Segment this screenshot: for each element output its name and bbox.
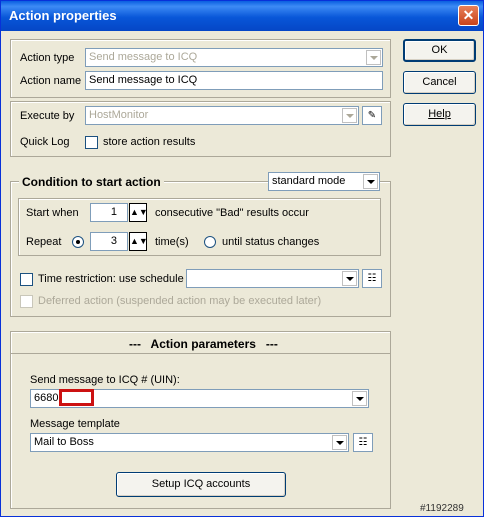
window-title: Action properties bbox=[9, 8, 117, 23]
start-when-label: Start when bbox=[26, 207, 79, 219]
close-icon[interactable]: ✕ bbox=[458, 5, 479, 26]
deferred-label: Deferred action (suspended action may be… bbox=[38, 295, 322, 307]
execute-by-label: Execute by bbox=[20, 110, 75, 122]
store-results-checkbox[interactable] bbox=[85, 136, 98, 149]
start-when-value: 1 bbox=[110, 206, 117, 218]
action-type-select[interactable]: Send message to ICQ bbox=[85, 48, 383, 67]
template-select[interactable]: Mail to Boss bbox=[30, 433, 349, 452]
time-restriction-checkbox[interactable] bbox=[20, 273, 33, 286]
uin-value: 6680 bbox=[34, 392, 59, 404]
spin-updown-icon[interactable]: ▲▼ bbox=[129, 232, 148, 251]
until-label: until status changes bbox=[222, 236, 320, 248]
chevron-down-icon[interactable] bbox=[332, 435, 347, 450]
mode-value: standard mode bbox=[272, 175, 346, 187]
pen-eraser-icon[interactable]: ✎ bbox=[362, 106, 382, 125]
deferred-checkbox[interactable] bbox=[20, 295, 33, 308]
redaction-box bbox=[59, 389, 94, 406]
action-type-label: Action type bbox=[20, 52, 75, 64]
title-bar[interactable]: Action properties ✕ bbox=[1, 1, 483, 31]
action-name-value: Send message to ICQ bbox=[89, 74, 198, 86]
action-type-value: Send message to ICQ bbox=[89, 51, 198, 63]
schedule-select[interactable] bbox=[186, 269, 359, 288]
execute-by-value: HostMonitor bbox=[89, 109, 149, 121]
quick-log-label: Quick Log bbox=[20, 136, 70, 148]
uin-label: Send message to ICQ # (UIN): bbox=[30, 374, 180, 386]
cancel-button[interactable]: Cancel bbox=[403, 71, 476, 94]
params-divider bbox=[11, 353, 390, 354]
help-button[interactable]: Help bbox=[403, 103, 476, 126]
spin-updown-icon[interactable]: ▲▼ bbox=[129, 203, 148, 222]
template-list-icon[interactable]: ☷ bbox=[353, 433, 373, 452]
setup-icq-button[interactable]: Setup ICQ accounts bbox=[116, 472, 286, 497]
mode-select[interactable]: standard mode bbox=[268, 172, 380, 191]
schedule-list-icon[interactable]: ☷ bbox=[362, 269, 382, 288]
action-name-label: Action name bbox=[20, 75, 82, 87]
chevron-down-icon[interactable] bbox=[363, 174, 378, 189]
params-title: --- Action parameters --- bbox=[129, 337, 278, 351]
action-name-field[interactable]: Send message to ICQ bbox=[85, 71, 383, 90]
repeat-field[interactable]: 3 bbox=[90, 232, 128, 251]
chevron-down-icon[interactable] bbox=[366, 50, 381, 65]
until-status-radio[interactable] bbox=[204, 236, 216, 248]
repeat-times-radio[interactable] bbox=[72, 236, 84, 248]
chevron-down-icon[interactable] bbox=[342, 108, 357, 123]
store-results-label: store action results bbox=[103, 136, 196, 148]
time-restriction-label: Time restriction: use schedule bbox=[38, 273, 184, 285]
ok-button[interactable]: OK bbox=[403, 39, 476, 62]
chevron-down-icon[interactable] bbox=[342, 271, 357, 286]
template-label: Message template bbox=[30, 418, 120, 430]
execute-by-select[interactable]: HostMonitor bbox=[85, 106, 359, 125]
times-label: time(s) bbox=[155, 236, 189, 248]
repeat-label: Repeat bbox=[26, 236, 62, 248]
watermark-text: #1192289 bbox=[420, 503, 464, 514]
start-when-field[interactable]: 1 bbox=[90, 203, 128, 222]
chevron-down-icon[interactable] bbox=[352, 391, 367, 406]
action-properties-window: Action properties ✕ OK Cancel Help Actio… bbox=[0, 0, 484, 517]
template-value: Mail to Boss bbox=[34, 436, 94, 448]
condition-title: Condition to start action bbox=[19, 175, 164, 189]
repeat-value: 3 bbox=[110, 235, 117, 247]
bad-results-label: consecutive "Bad" results occur bbox=[155, 207, 309, 219]
